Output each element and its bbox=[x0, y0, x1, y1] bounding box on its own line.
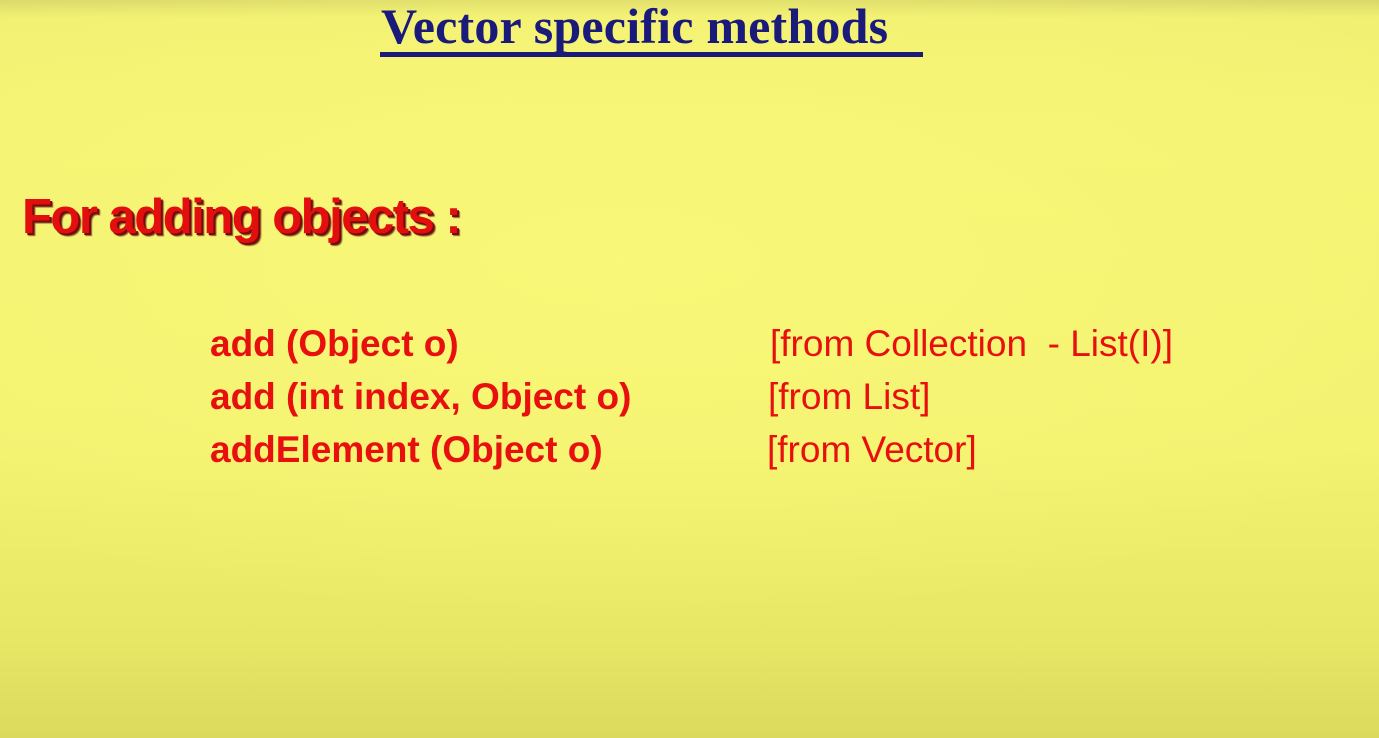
method-row: add (int index, Object o) [from List] bbox=[0, 373, 1379, 423]
method-signature: add (int index, Object o) bbox=[210, 376, 632, 417]
slide-title: Vector specific methods bbox=[381, 0, 889, 54]
method-row: addElement (Object o) [from Vector] bbox=[0, 426, 1379, 476]
method-source: [from Vector] bbox=[767, 429, 977, 470]
method-signature: addElement (Object o) bbox=[210, 429, 603, 470]
method-signature: add (Object o) bbox=[210, 323, 459, 364]
method-row: add (Object o) [from Collection - List(I… bbox=[0, 320, 1379, 370]
section-heading: For adding objects : bbox=[22, 190, 462, 244]
method-source: [from Collection - List(I)] bbox=[770, 323, 1173, 364]
method-source: [from List] bbox=[768, 376, 931, 417]
title-underline bbox=[380, 52, 923, 57]
